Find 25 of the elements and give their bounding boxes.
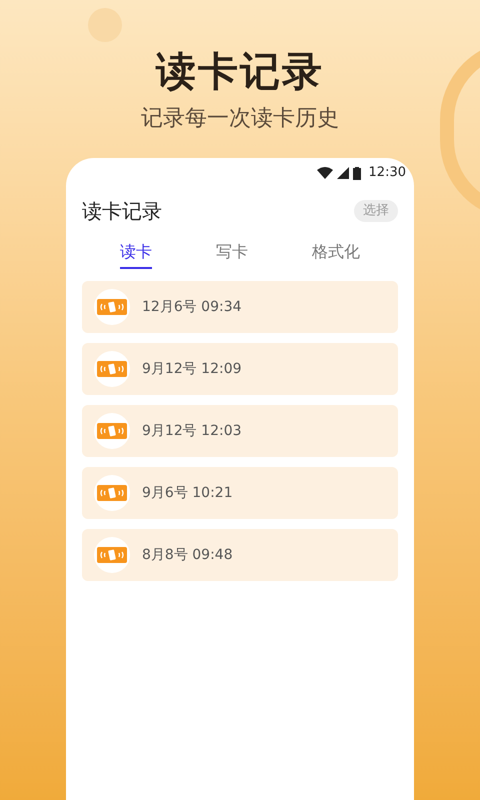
subtitle: 记录每一次读卡历史 (141, 105, 339, 133)
nfc-card-icon (97, 299, 127, 315)
record-time: 9月12号 12:03 (142, 422, 242, 440)
tab[interactable]: 格式化 (312, 240, 360, 269)
screen-title: 读卡记录 (82, 198, 162, 225)
record-item[interactable]: 9月12号 12:09 (82, 343, 398, 395)
record-time: 8月8号 09:48 (142, 546, 233, 564)
status-time: 12:30 (368, 164, 406, 182)
record-item[interactable]: 12月6号 09:34 (82, 281, 398, 333)
nfc-card-icon (97, 547, 127, 563)
record-time: 9月12号 12:09 (142, 360, 242, 378)
record-item[interactable]: 8月8号 09:48 (82, 529, 398, 581)
record-time: 12月6号 09:34 (142, 298, 242, 316)
record-time: 9月6号 10:21 (142, 484, 233, 502)
wifi-icon (316, 167, 333, 179)
nfc-card-icon (97, 361, 127, 377)
headline: 读卡记录 (156, 48, 324, 97)
battery-icon (352, 166, 361, 180)
record-item[interactable]: 9月12号 12:03 (82, 405, 398, 457)
tab[interactable]: 写卡 (216, 240, 248, 269)
nfc-card-icon (97, 423, 127, 439)
signal-icon (336, 167, 349, 179)
record-item[interactable]: 9月6号 10:21 (82, 467, 398, 519)
nfc-card-icon (97, 485, 127, 501)
tab[interactable]: 读卡 (120, 240, 152, 269)
